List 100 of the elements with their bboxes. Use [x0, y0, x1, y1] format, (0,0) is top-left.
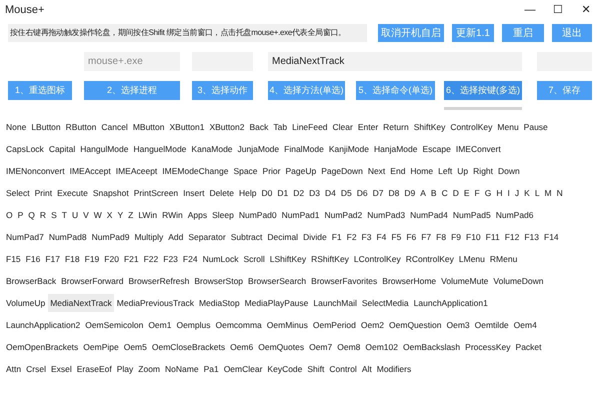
key-option[interactable]: None	[4, 118, 28, 136]
key-option[interactable]: BrowserSearch	[246, 272, 308, 290]
key-option[interactable]: Play	[114, 360, 136, 378]
key-option[interactable]: PrintScreen	[132, 184, 180, 202]
key-option[interactable]: F22	[142, 250, 160, 268]
key-option[interactable]: PageDown	[319, 162, 365, 180]
key-option[interactable]: D8	[386, 184, 402, 202]
key-option[interactable]: Scroll	[241, 250, 267, 268]
key-option[interactable]: Oem3	[444, 316, 472, 334]
key-option[interactable]: F20	[102, 250, 121, 268]
key-option[interactable]: BrowserBack	[4, 272, 58, 290]
key-option[interactable]: OemBackslash	[401, 338, 462, 356]
key-option[interactable]: HanjaMode	[372, 140, 420, 158]
key-option[interactable]: I	[506, 184, 512, 202]
key-option[interactable]: D1	[275, 184, 290, 202]
key-option[interactable]: F6	[404, 228, 418, 246]
key-option[interactable]: Control	[327, 360, 359, 378]
key-option[interactable]: NumPad5	[450, 206, 493, 224]
key-option[interactable]: F	[472, 184, 482, 202]
key-option[interactable]: Modifiers	[374, 360, 414, 378]
key-option[interactable]: E	[462, 184, 472, 202]
key-option[interactable]: X	[104, 206, 114, 224]
key-option[interactable]: NumPad1	[280, 206, 322, 224]
key-option[interactable]: R	[38, 206, 48, 224]
key-option[interactable]: Sleep	[210, 206, 236, 224]
close-button[interactable]: ✕	[572, 0, 600, 20]
key-option[interactable]: U	[70, 206, 80, 224]
key-option[interactable]: Cancel	[99, 118, 130, 136]
key-option[interactable]: Home	[408, 162, 436, 180]
key-option[interactable]: IMEModeChange	[160, 162, 230, 180]
key-option[interactable]: Next	[366, 162, 388, 180]
key-option[interactable]: OemQuotes	[256, 338, 306, 356]
key-option[interactable]: L	[532, 184, 542, 202]
key-option[interactable]: Escape	[420, 140, 453, 158]
key-option[interactable]: Attn	[4, 360, 24, 378]
key-option[interactable]: NoName	[163, 360, 201, 378]
key-option[interactable]: D0	[260, 184, 274, 202]
key-option[interactable]: Crsel	[24, 360, 48, 378]
key-option[interactable]: FinalMode	[282, 140, 326, 158]
key-option[interactable]: T	[60, 206, 69, 224]
key-option[interactable]: SelectMedia	[360, 294, 411, 312]
key-option[interactable]: NumPad4	[408, 206, 450, 224]
key-option[interactable]: Divide	[301, 228, 329, 246]
key-option[interactable]: Oem2	[358, 316, 386, 334]
key-option[interactable]: Snapshot	[90, 184, 131, 202]
key-option[interactable]: Oem102	[363, 338, 400, 356]
key-option[interactable]: Oem1	[146, 316, 174, 334]
key-option[interactable]: HangulMode	[78, 140, 130, 158]
key-option[interactable]: NumPad7	[4, 228, 46, 246]
key-option[interactable]: RButton	[64, 118, 98, 136]
key-option[interactable]: F4	[374, 228, 388, 246]
key-option[interactable]: Exsel	[48, 360, 74, 378]
key-option[interactable]: Add	[166, 228, 186, 246]
key-option[interactable]: F14	[542, 228, 561, 246]
input-field[interactable]: MediaNextTrack	[268, 52, 522, 71]
key-option[interactable]: KanjiMode	[326, 140, 371, 158]
key-option[interactable]: F7	[419, 228, 434, 246]
key-option[interactable]: O	[4, 206, 15, 224]
key-option[interactable]: D	[450, 184, 461, 202]
key-option[interactable]: NumPad2	[322, 206, 364, 224]
key-option[interactable]: NumPad0	[236, 206, 279, 224]
key-option[interactable]: Packet	[514, 338, 544, 356]
key-option[interactable]: F11	[484, 228, 502, 246]
key-option[interactable]: H	[494, 184, 505, 202]
key-option[interactable]: Menu	[495, 118, 521, 136]
key-option[interactable]: OemPeriod	[310, 316, 358, 334]
maximize-button[interactable]: ☐	[544, 0, 572, 20]
key-option[interactable]: F15	[4, 250, 23, 268]
key-option[interactable]: IMEConvert	[454, 140, 503, 158]
key-option[interactable]: NumLock	[200, 250, 240, 268]
key-option[interactable]: MButton	[130, 118, 166, 136]
key-option[interactable]: HanguelMode	[131, 140, 188, 158]
key-option[interactable]: Up	[455, 162, 470, 180]
key-option[interactable]: B	[428, 184, 439, 202]
key-option[interactable]: V	[81, 206, 91, 224]
key-option[interactable]: ProcessKey	[463, 338, 513, 356]
key-option[interactable]: MediaPreviousTrack	[114, 294, 196, 312]
key-option[interactable]: KeyCode	[265, 360, 304, 378]
key-option[interactable]: End	[388, 162, 408, 180]
key-option[interactable]: NumPad9	[90, 228, 132, 246]
key-option[interactable]: PageUp	[284, 162, 318, 180]
key-option[interactable]: F21	[122, 250, 141, 268]
key-option[interactable]: Shift	[305, 360, 326, 378]
key-option[interactable]: Select	[4, 184, 32, 202]
key-option[interactable]: CapsLock	[4, 140, 46, 158]
key-option[interactable]: Print	[32, 184, 54, 202]
key-option[interactable]: W	[92, 206, 104, 224]
key-option[interactable]: Clear	[330, 118, 355, 136]
key-option[interactable]: LMenu	[456, 250, 487, 268]
key-option[interactable]: F17	[43, 250, 62, 268]
key-option[interactable]: JunjaMode	[236, 140, 282, 158]
key-option[interactable]: EraseEof	[74, 360, 114, 378]
key-option[interactable]: VolumeUp	[4, 294, 48, 312]
key-option[interactable]: Back	[247, 118, 270, 136]
key-option[interactable]: NumPad6	[494, 206, 536, 224]
key-option[interactable]: MediaPlayPause	[242, 294, 310, 312]
key-option[interactable]: D9	[402, 184, 418, 202]
key-option[interactable]: Prior	[260, 162, 282, 180]
key-option[interactable]: NumPad8	[46, 228, 89, 246]
key-option[interactable]: Execute	[55, 184, 90, 202]
